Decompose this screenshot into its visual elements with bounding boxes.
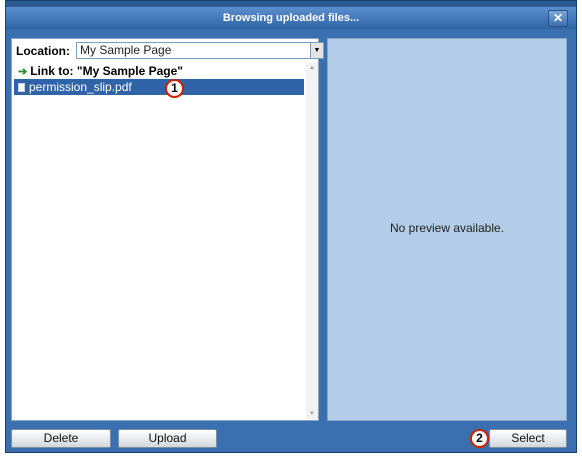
file-list-pane: Location: My Sample Page ▼ ➔ Link to: "My…: [11, 38, 324, 421]
link-item-label: Link to: "My Sample Page": [30, 64, 183, 78]
scroll-up-icon[interactable]: ▲: [306, 63, 318, 73]
file-list: ➔ Link to: "My Sample Page" permission_sl…: [14, 63, 304, 417]
dialog-title: Browsing uploaded files...: [222, 12, 360, 24]
location-select-value: My Sample Page: [80, 43, 172, 57]
delete-button[interactable]: Delete: [11, 429, 111, 448]
dialog-button-bar: Delete Upload Select: [0, 427, 582, 451]
close-icon: ✕: [552, 11, 564, 25]
preview-message: No preview available.: [389, 221, 505, 235]
location-label: Location:: [16, 44, 70, 58]
preview-pane: No preview available.: [327, 38, 567, 421]
close-button[interactable]: ✕: [548, 10, 568, 27]
scroll-down-icon[interactable]: ▼: [306, 409, 318, 419]
file-name: permission_slip.pdf: [29, 80, 132, 94]
location-select[interactable]: My Sample Page ▼: [76, 42, 324, 59]
arrow-right-icon: ➔: [18, 66, 28, 78]
location-row: Location: My Sample Page ▼: [16, 41, 324, 61]
file-list-scrollbar[interactable]: ▲ ▼: [306, 63, 318, 419]
list-item-link[interactable]: ➔ Link to: "My Sample Page": [14, 63, 304, 79]
select-button[interactable]: Select: [489, 429, 567, 448]
callout-badge-1: 1: [165, 79, 184, 98]
upload-button[interactable]: Upload: [118, 429, 217, 448]
callout-badge-2: 2: [470, 429, 489, 448]
file-icon: [18, 83, 25, 92]
dialog-titlebar: Browsing uploaded files... ✕: [6, 7, 576, 29]
list-item-file[interactable]: permission_slip.pdf: [14, 79, 304, 95]
chevron-down-icon[interactable]: ▼: [310, 43, 323, 58]
callout-number: 2: [476, 431, 483, 445]
callout-number: 1: [171, 81, 178, 95]
